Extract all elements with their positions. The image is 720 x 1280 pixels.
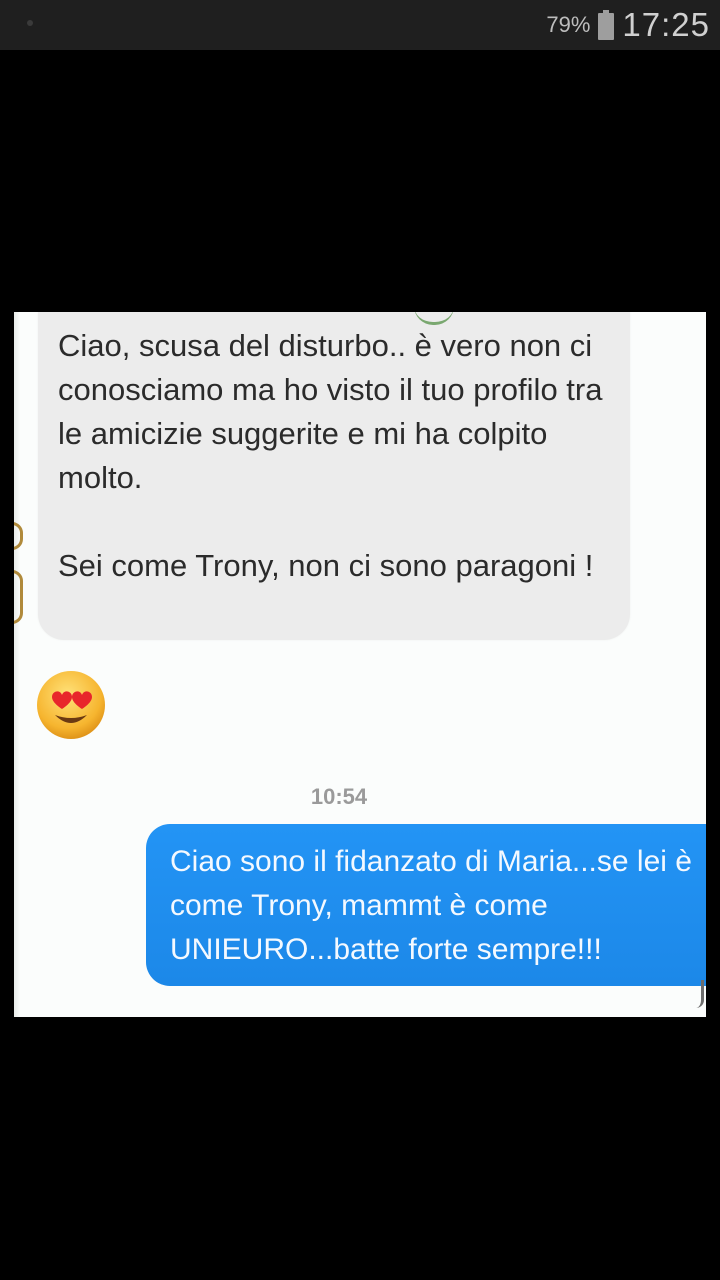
incoming-message-paragraph-2: Sei come Trony, non ci sono paragoni ! [58, 548, 594, 583]
incoming-message-paragraph-1: Ciao, scusa del disturbo.. è vero non ci… [58, 328, 603, 495]
phone-screen: 79% 17:25 Ciao, scusa del disturbo.. è v… [0, 0, 720, 1280]
battery-icon [598, 10, 615, 40]
image-left-edge [14, 312, 20, 1017]
outgoing-message-text: Ciao sono il fidanzato di Maria...se lei… [170, 845, 692, 966]
bubble-tail-fragment [695, 980, 704, 1008]
heart-eyes-emoji-icon [37, 671, 105, 739]
incoming-message-bubble: Ciao, scusa del disturbo.. è vero non ci… [38, 312, 630, 640]
status-indicators: 79% 17:25 [546, 0, 710, 50]
incoming-message-text: Ciao, scusa del disturbo.. è vero non ci… [58, 324, 618, 588]
message-timestamp: 10:54 [310, 784, 368, 809]
outgoing-message-bubble: Ciao sono il fidanzato di Maria...se lei… [146, 824, 706, 986]
status-clock: 17:25 [622, 6, 710, 43]
cropped-emoji-fragment [14, 570, 23, 624]
notification-dot-icon [27, 20, 33, 26]
cropped-emoji-fragment [14, 522, 23, 550]
chat-screenshot-image[interactable]: Ciao, scusa del disturbo.. è vero non ci… [14, 312, 706, 1017]
status-bar: 79% 17:25 [0, 0, 720, 50]
battery-percentage: 79% [546, 12, 591, 37]
